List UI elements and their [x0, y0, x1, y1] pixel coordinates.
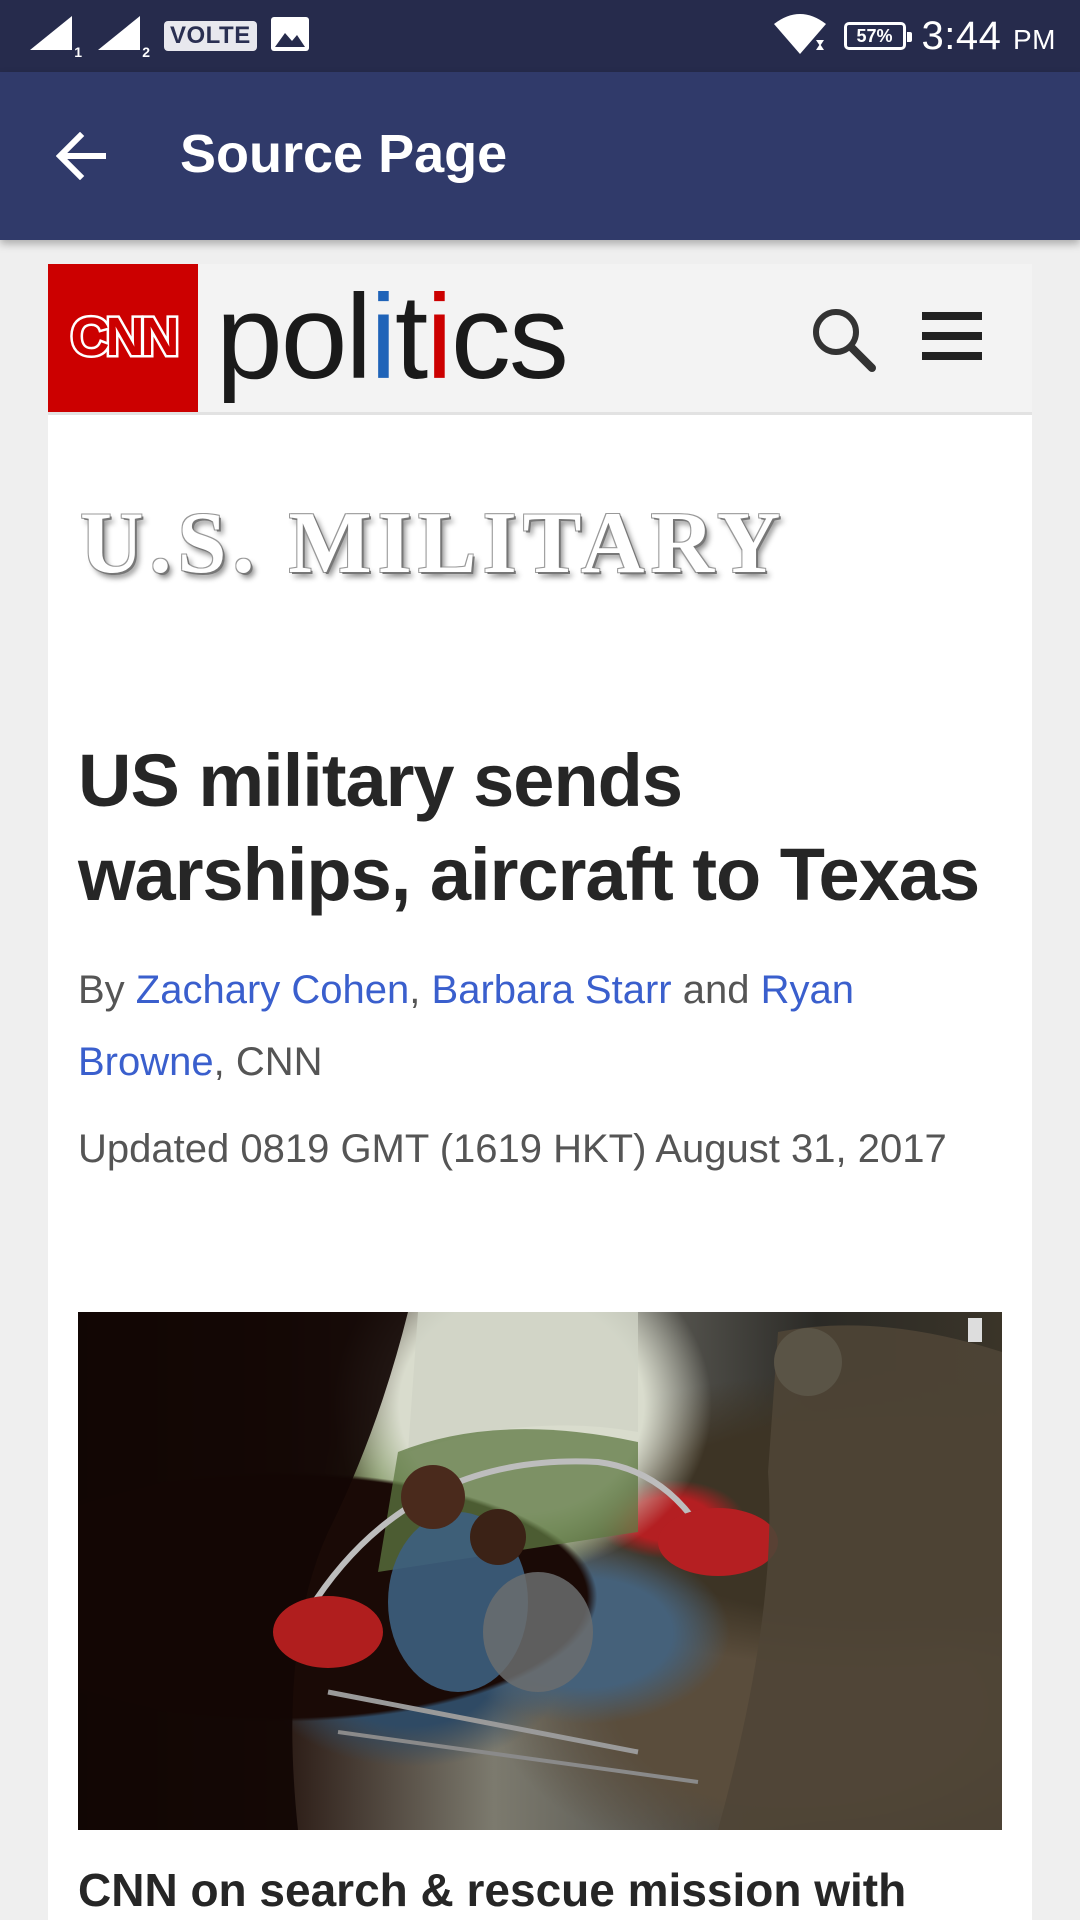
sim2-label: 2: [142, 44, 150, 60]
section-logo-politics[interactable]: politics: [216, 270, 569, 404]
section-part: cs: [450, 270, 569, 404]
cnn-logo[interactable]: CNN CNN: [48, 264, 198, 412]
search-button[interactable]: [808, 304, 880, 376]
byline-suffix: , CNN: [213, 1040, 323, 1084]
article-headline: US military sends warships, aircraft to …: [78, 739, 980, 916]
battery-level: 57%: [856, 25, 893, 46]
hamburger-menu-icon: [922, 332, 982, 340]
status-left: 1 2 VOLTE: [28, 14, 311, 60]
site-header: CNN CNN politics: [48, 264, 1032, 415]
arrow-left-icon: [56, 132, 106, 180]
sim1-label: 1: [74, 44, 82, 60]
section-part: pol: [216, 270, 372, 404]
category-banner[interactable]: U.S. MILITARY: [80, 494, 786, 594]
app-bar: Source Page: [0, 72, 1080, 240]
status-right: 57% 3:44 PM: [772, 10, 1056, 62]
search-icon: [813, 309, 876, 372]
clock-time: 3:44: [921, 13, 1002, 58]
author-link[interactable]: Zachary Cohen: [136, 968, 409, 1012]
section-part: i: [370, 270, 397, 404]
cnn-logo-mark: CNN CNN: [68, 305, 183, 370]
wifi-icon: [772, 12, 828, 61]
rescue-basket-illustration: [78, 1312, 1002, 1830]
author-link[interactable]: Barbara Starr: [432, 968, 672, 1012]
clock-ampm: PM: [1013, 23, 1056, 55]
byline: By Zachary Cohen, Barbara Starr and Ryan…: [78, 954, 998, 1098]
battery-icon: 57%: [843, 22, 912, 50]
cnn-watermark-icon: [968, 1318, 982, 1342]
article-hero-image[interactable]: [78, 1312, 1002, 1830]
status-bar: 1 2 VOLTE 57% 3:44 PM: [0, 0, 1080, 72]
volte-badge: VOLTE: [164, 21, 257, 51]
updated-timestamp: Updated 0819 GMT (1619 HKT) August 31, 2…: [78, 1127, 947, 1171]
image-caption: CNN on search & rescue mission with: [78, 1864, 907, 1916]
menu-button[interactable]: [918, 308, 986, 368]
web-content: CNN CNN politics U.S. MILITARY US milita…: [48, 264, 1032, 1920]
svg-text:CNN: CNN: [71, 307, 177, 367]
section-part: i: [426, 270, 453, 404]
byline-separator: ,: [409, 968, 432, 1012]
signal-sim2-icon: 2: [96, 14, 152, 60]
back-button[interactable]: [50, 124, 114, 188]
hamburger-menu-icon: [922, 352, 982, 360]
byline-separator: and: [671, 968, 761, 1012]
hamburger-menu-icon: [922, 312, 982, 320]
section-part: t: [394, 270, 428, 404]
signal-sim1-icon: 1: [28, 14, 84, 60]
gallery-notification-icon: [269, 15, 311, 58]
byline-prefix: By: [78, 968, 136, 1012]
clock: 3:44 PM: [922, 14, 1056, 59]
page-title: Source Page: [180, 124, 508, 184]
